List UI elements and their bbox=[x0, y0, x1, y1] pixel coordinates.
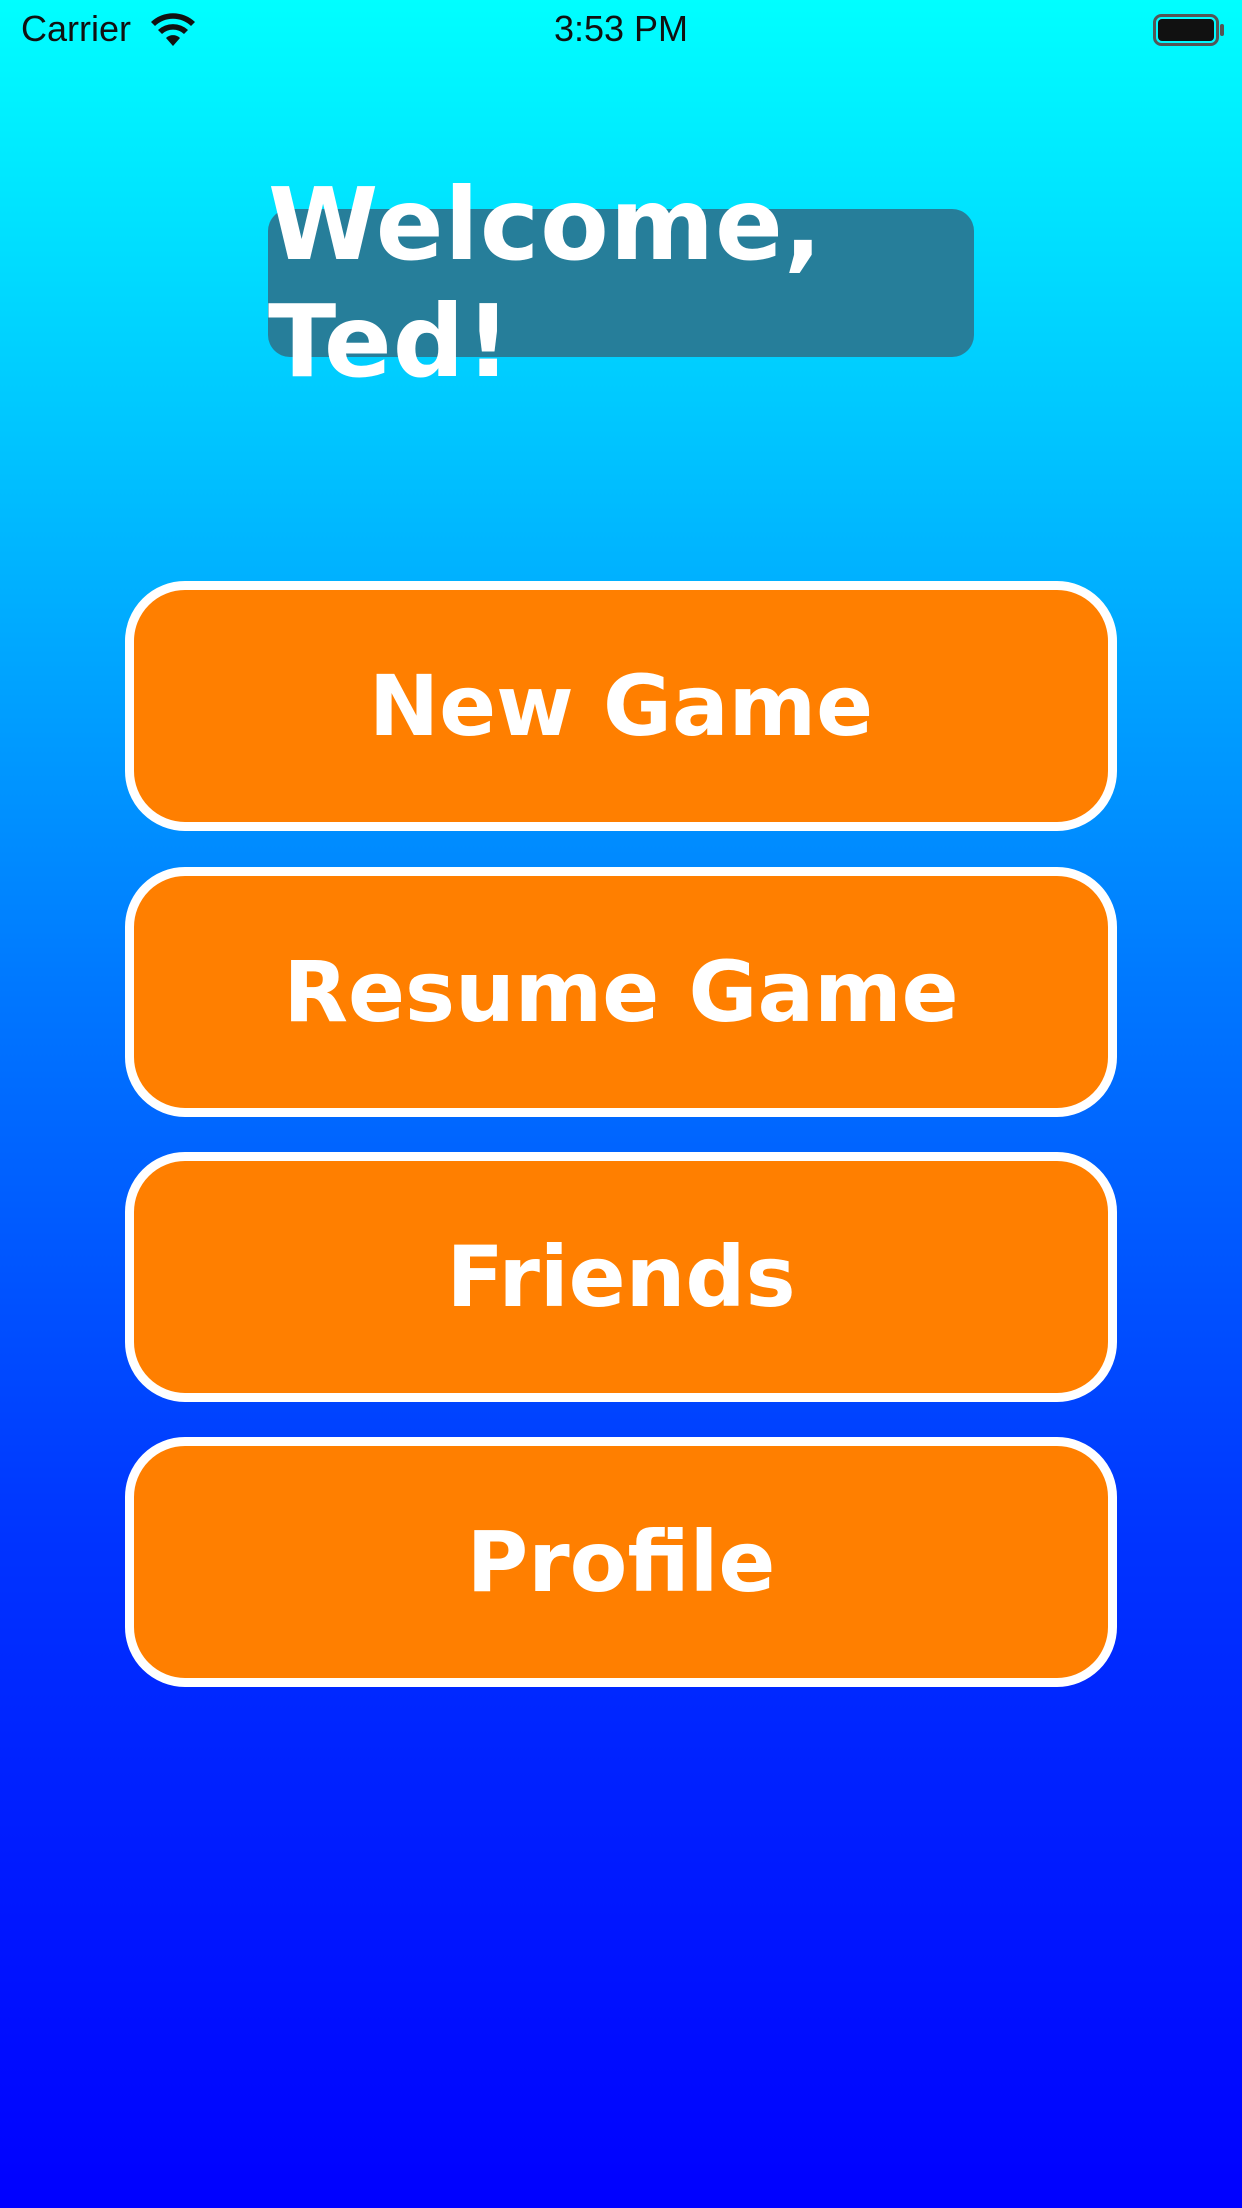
status-bar: Carrier 3:53 PM bbox=[0, 0, 1242, 60]
friends-button[interactable]: Friends bbox=[125, 1152, 1117, 1402]
profile-button[interactable]: Profile bbox=[125, 1437, 1117, 1687]
battery-icon bbox=[1153, 14, 1224, 46]
clock-time: 3:53 PM bbox=[553, 8, 689, 49]
page-title: Welcome, Ted! bbox=[268, 166, 974, 400]
resume-game-button[interactable]: Resume Game bbox=[125, 867, 1117, 1117]
new-game-button[interactable]: New Game bbox=[125, 581, 1117, 831]
